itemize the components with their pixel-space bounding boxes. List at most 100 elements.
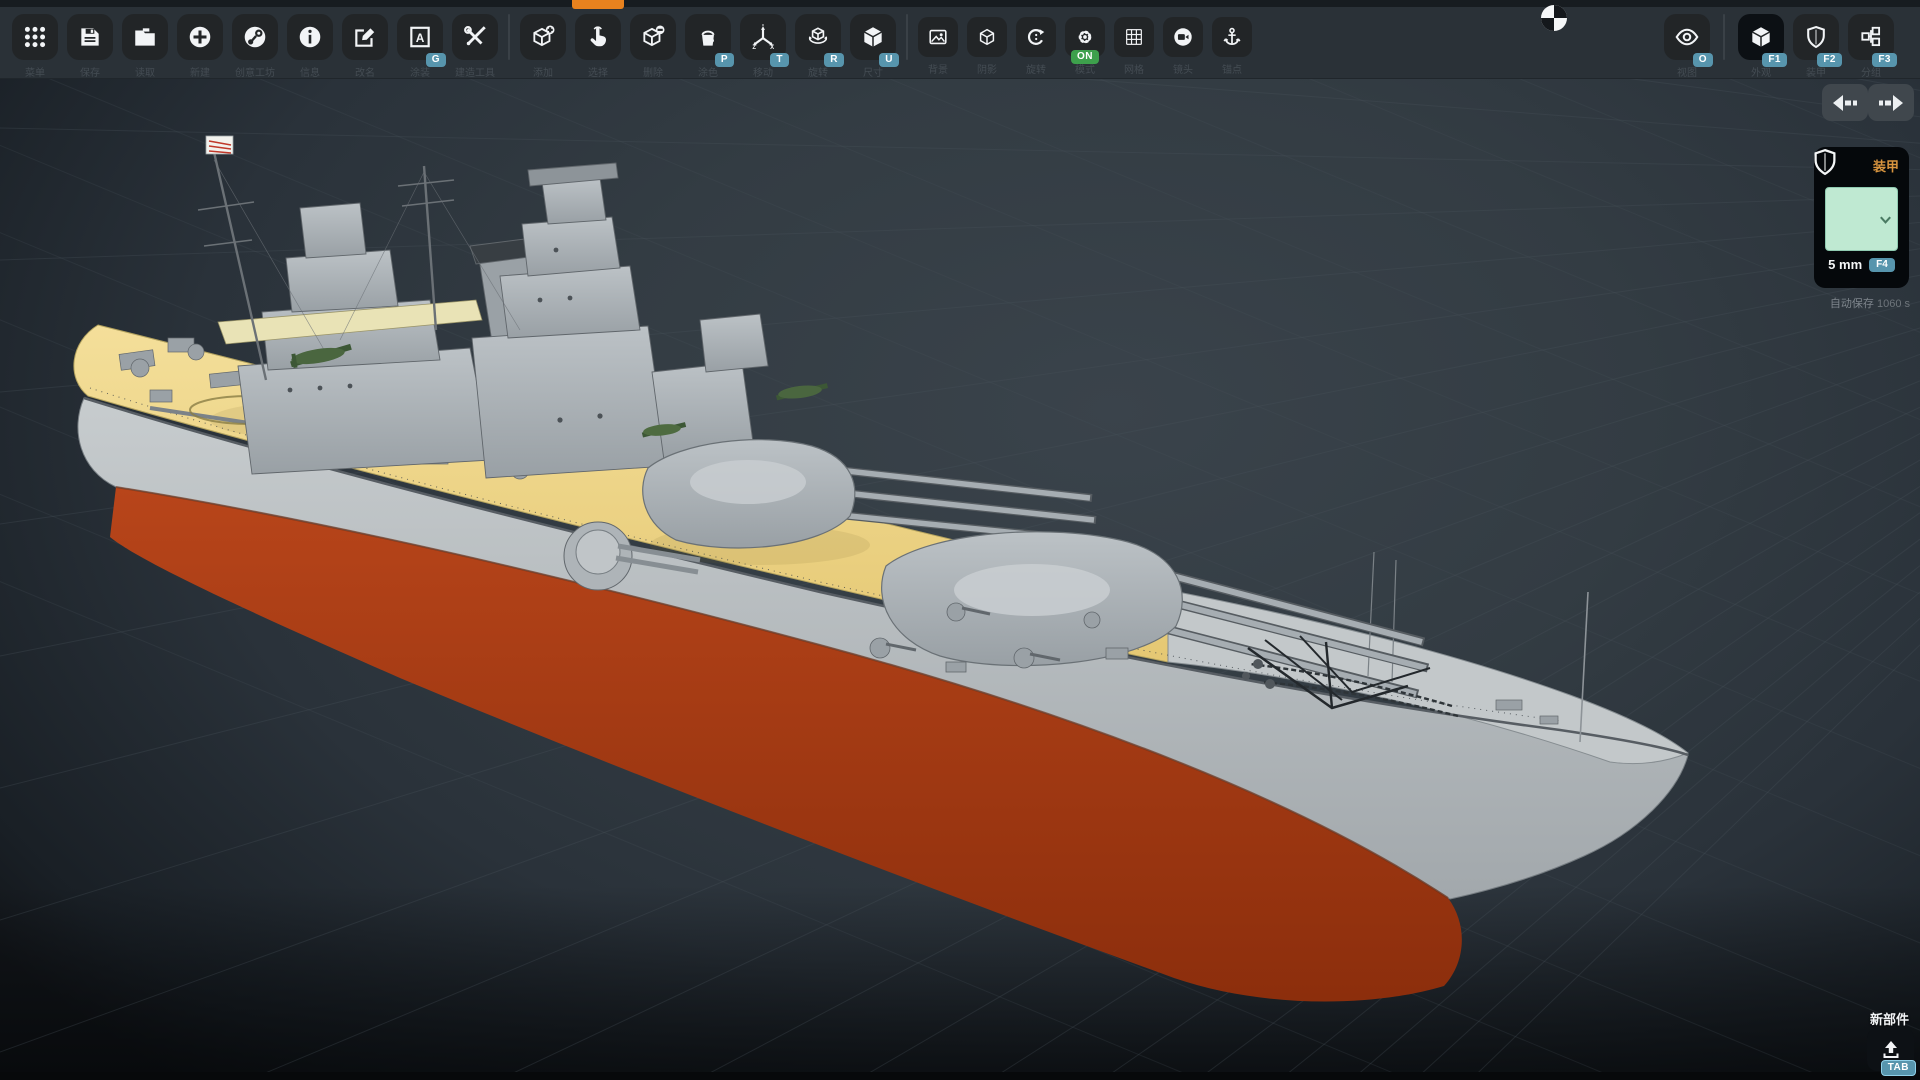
toolbar-button-add-block[interactable]: 添加 <box>520 14 566 60</box>
toolbar-button-grid[interactable]: 网格 <box>1114 17 1154 57</box>
toolbar-button-label: 锚点 <box>1222 61 1242 76</box>
blocks-icon <box>1858 24 1884 50</box>
toolbar-button-label: 改名 <box>355 64 375 79</box>
toolbar-button-build-tools[interactable]: 建造工具 <box>452 14 498 60</box>
hand-icon <box>585 24 611 50</box>
toolbar-button-workshop[interactable]: 创意工坊 <box>232 14 278 60</box>
key-badge: O <box>1693 53 1713 67</box>
toolbar-separator <box>508 14 510 60</box>
floppy-icon <box>77 24 103 50</box>
toolbar-button-blocks-view[interactable]: 外观F1 <box>1738 14 1784 60</box>
rotate-c-icon <box>1025 26 1047 48</box>
key-badge: T <box>770 53 789 67</box>
toolbar-button-save[interactable]: 保存 <box>67 14 113 60</box>
toolbar-button-shadow[interactable]: 阴影 <box>967 17 1007 57</box>
key-badge: ON <box>1071 50 1099 64</box>
cube-outline-icon <box>976 26 998 48</box>
toolbar-button-camera[interactable]: 镜头 <box>1163 17 1203 57</box>
active-tool-indicator <box>572 0 624 9</box>
key-badge: F1 <box>1762 53 1787 67</box>
toolbar-button-label: 创意工坊 <box>235 64 275 79</box>
undo-arrow-button[interactable] <box>1822 84 1868 121</box>
armor-thickness-value: 5 mm <box>1828 257 1862 272</box>
cube-rotate-icon <box>805 24 831 50</box>
autosave-status: 自动保存 1060 s <box>1830 295 1910 311</box>
shield-icon <box>1810 145 1840 179</box>
toolbar-button-decal[interactable]: A涂装G <box>397 14 443 60</box>
new-part-button[interactable]: TAB <box>1867 1028 1914 1071</box>
toolbar-button-label: 旋转 <box>1026 61 1046 76</box>
toolbar-button-label: 新建 <box>190 64 210 79</box>
toolbar-group-right: 视图O 外观F1装甲F2分组F3 <box>1664 14 1894 60</box>
toolbar-button-remove-block[interactable]: 删除 <box>630 14 676 60</box>
key-badge: G <box>426 53 446 67</box>
toolbar-group-view: 背景阴影旋转模式ON网格镜头锚点 <box>918 14 1252 57</box>
armor-color-swatch[interactable] <box>1825 187 1898 251</box>
toolbar-button-label: 建造工具 <box>455 64 495 79</box>
toolbar-button-label: 菜单 <box>25 64 45 79</box>
bucket-icon <box>695 24 721 50</box>
toolbar-button-label: 网格 <box>1124 61 1144 76</box>
svg-text:X: X <box>770 45 774 50</box>
toolbar-button-menu[interactable]: 菜单 <box>12 14 58 60</box>
armor-panel-title: 装甲 <box>1873 156 1899 175</box>
anchor-icon <box>1221 26 1243 48</box>
toolbar-row: 菜单保存读取新建创意工坊信息改名A涂装G建造工具添加选择删除涂色PYZX移动T旋… <box>12 14 1908 60</box>
autosave-label: 自动保存 <box>1830 298 1874 310</box>
toolbar-button-armor-view[interactable]: 装甲F2 <box>1793 14 1839 60</box>
toolbar-group-file: 菜单保存读取新建创意工坊信息改名A涂装G建造工具 <box>12 14 498 60</box>
battleship-model[interactable] <box>0 0 1920 1080</box>
toolbar-button-label: 移动 <box>753 64 773 79</box>
toolbar-button-scale[interactable]: 尺寸U <box>850 14 896 60</box>
svg-text:A: A <box>416 31 425 45</box>
tools-icon <box>462 24 488 50</box>
svg-text:Y: Y <box>761 24 765 28</box>
pencil-square-icon <box>352 24 378 50</box>
axes-icon: Y Z X <box>750 24 776 50</box>
toolbar-button-open[interactable]: 读取 <box>122 14 168 60</box>
toolbar-button-label: 阴影 <box>977 61 997 76</box>
toolbar-button-anchor[interactable]: 锚点 <box>1212 17 1252 57</box>
menu-grid-icon <box>22 24 48 50</box>
toolbar-button-label: 镜头 <box>1173 61 1193 76</box>
toolbar-button-info[interactable]: 信息 <box>287 14 333 60</box>
toolbar-button-move[interactable]: YZX移动T <box>740 14 786 60</box>
svg-text:Z: Z <box>752 45 756 50</box>
toolbar-group-edit: 添加选择删除涂色PYZX移动T旋转R尺寸U <box>520 14 896 60</box>
eye-icon <box>1674 24 1700 50</box>
toolbar-button-mode[interactable]: 模式ON <box>1065 17 1105 57</box>
toolbar-button-visibility[interactable]: 视图O <box>1664 14 1710 60</box>
new-part-label: 新部件 <box>1870 1009 1909 1028</box>
armor-key-badge: F4 <box>1869 258 1895 272</box>
toolbar-button-background[interactable]: 背景 <box>918 17 958 57</box>
top-toolbar: 菜单保存读取新建创意工坊信息改名A涂装G建造工具添加选择删除涂色PYZX移动T旋… <box>0 0 1920 79</box>
new-part-key-badge: TAB <box>1881 1060 1916 1076</box>
toolbar-separator <box>906 14 908 60</box>
plus-circle-icon <box>187 24 213 50</box>
picture-icon <box>927 26 949 48</box>
chevron-down-icon <box>1878 212 1893 227</box>
viewport-3d[interactable] <box>0 0 1920 1080</box>
info-circle-icon <box>297 24 323 50</box>
toolbar-button-new[interactable]: 新建 <box>177 14 223 60</box>
toolbar-button-groups-view[interactable]: 分组F3 <box>1848 14 1894 60</box>
center-of-mass-icon <box>1540 4 1568 32</box>
toolbar-button-select[interactable]: 选择 <box>575 14 621 60</box>
toolbar-button-label: 选择 <box>588 64 608 79</box>
redo-arrow-button[interactable] <box>1868 84 1914 121</box>
a-square-icon: A <box>407 24 433 50</box>
shield-icon <box>1803 24 1829 50</box>
key-badge: P <box>715 53 734 67</box>
toolbar-button-rotate[interactable]: 旋转R <box>795 14 841 60</box>
toolbar-button-rename[interactable]: 改名 <box>342 14 388 60</box>
toolbar-button-label: 信息 <box>300 64 320 79</box>
steam-icon <box>242 24 268 50</box>
toolbar-button-label: 删除 <box>643 64 663 79</box>
toolbar-separator <box>1723 14 1725 60</box>
autosave-value: 1060 s <box>1877 298 1910 310</box>
toolbar-button-turntable[interactable]: 旋转 <box>1016 17 1056 57</box>
folder-icon <box>132 24 158 50</box>
eject-up-icon <box>1879 1038 1903 1062</box>
toolbar-button-paint[interactable]: 涂色P <box>685 14 731 60</box>
gear-icon <box>1074 26 1096 48</box>
